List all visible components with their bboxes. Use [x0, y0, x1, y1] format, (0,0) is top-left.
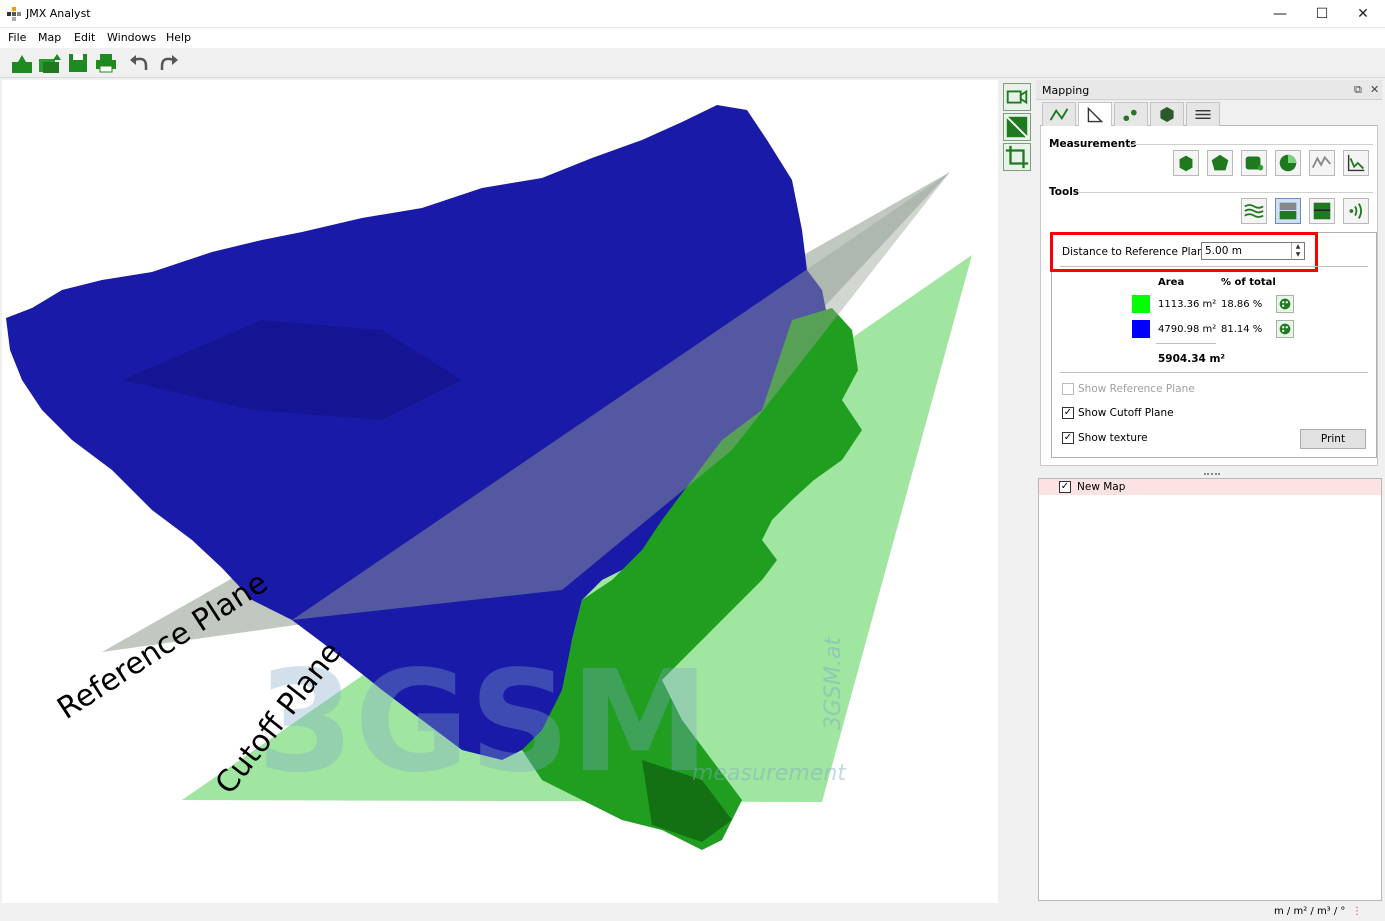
section-divider [1079, 192, 1373, 193]
layer-row[interactable]: ✓ New Map [1039, 479, 1381, 495]
map-layers-panel: ✓ New Map [1038, 478, 1382, 901]
menu-file[interactable]: File [8, 31, 26, 44]
mapping-header: Mapping ⧉ ✕ [1036, 80, 1382, 100]
mapping-panel: Mapping ⧉ ✕ Measurements Tools Distance … [1036, 80, 1382, 472]
undo-icon[interactable] [128, 52, 152, 74]
menu-bar: File Map Edit Windows Help [0, 28, 1385, 48]
open-icon[interactable] [10, 52, 34, 74]
save-icon[interactable] [66, 52, 90, 74]
above-percent-value: 81.14 % [1221, 324, 1263, 335]
signal-icon[interactable] [1343, 198, 1369, 224]
close-panel-icon[interactable]: ✕ [1370, 83, 1379, 96]
watermark-sub: measurement [692, 761, 847, 786]
below-area-value: 1113.36 m² [1158, 299, 1217, 310]
polygon-area-icon[interactable] [1207, 150, 1233, 176]
view-tools [1000, 80, 1034, 180]
tab-measure[interactable] [1078, 102, 1112, 127]
window-title: JMX Analyst [26, 7, 91, 20]
mapping-panel-body: Measurements Tools Distance to Reference… [1040, 126, 1378, 466]
area-column-header: Area [1158, 277, 1185, 288]
tab-settings[interactable] [1186, 102, 1220, 126]
close-button[interactable]: ✕ [1343, 4, 1383, 24]
resize-grip-icon: ⋮ [1352, 906, 1362, 917]
3d-viewport[interactable]: 3GSM 3GSM.at measurement Reference Plane… [2, 80, 998, 908]
divider [1060, 266, 1368, 267]
menu-windows[interactable]: Windows [107, 31, 156, 44]
3d-scene: 3GSM 3GSM.at measurement Reference Plane… [6, 105, 972, 850]
measurements-heading: Measurements [1049, 138, 1137, 150]
total-area-value: 5904.34 m² [1158, 353, 1226, 365]
layer-visibility-checkbox[interactable]: ✓ [1059, 481, 1071, 493]
percent-column-header: % of total [1221, 277, 1276, 288]
surface-area-icon[interactable] [1241, 150, 1267, 176]
mapping-tabs [1040, 102, 1378, 127]
divider [1060, 372, 1368, 373]
contour-lines-icon[interactable] [1241, 198, 1267, 224]
mapping-title: Mapping [1042, 84, 1090, 97]
watermark-side: 3GSM.at [821, 636, 846, 730]
show-texture-label: Show texture [1078, 432, 1148, 444]
pie-region-icon[interactable] [1275, 150, 1301, 176]
graph-icon[interactable] [1343, 150, 1369, 176]
above-area-value: 4790.98 m² [1158, 324, 1217, 335]
print-icon[interactable] [94, 52, 118, 74]
redo-icon[interactable] [156, 52, 180, 74]
show-reference-plane-label: Show Reference Plane [1078, 383, 1195, 395]
panel-splitter[interactable] [1204, 473, 1220, 477]
menu-edit[interactable]: Edit [74, 31, 95, 44]
tab-shape[interactable] [1150, 102, 1184, 126]
profile-icon[interactable] [1309, 150, 1335, 176]
tab-points[interactable] [1114, 102, 1148, 126]
cutoff-plane-tool-icon[interactable] [1275, 198, 1301, 224]
camera-icon[interactable] [1003, 83, 1031, 111]
tab-trajectory[interactable] [1042, 102, 1076, 126]
sum-divider [1156, 343, 1216, 344]
cutoff-results-box: Distance to Reference Plane: ▲▼ Area % o… [1050, 232, 1377, 458]
status-bar: m / m² / m³ / ° ⋮ [0, 903, 1385, 921]
section-divider [1129, 144, 1373, 145]
main-toolbar [0, 48, 1385, 78]
layer-name: New Map [1077, 481, 1126, 493]
title-bar: JMX Analyst — ☐ ✕ [0, 0, 1385, 28]
minimize-button[interactable]: — [1260, 4, 1300, 24]
show-cutoff-plane-checkbox[interactable]: ✓ [1062, 407, 1074, 419]
crop-icon[interactable] [1003, 143, 1031, 171]
below-color-swatch [1132, 295, 1150, 313]
tools-heading: Tools [1049, 186, 1080, 198]
maximize-button[interactable]: ☐ [1302, 4, 1342, 24]
below-percent-value: 18.86 % [1221, 299, 1263, 310]
palette-icon[interactable] [1276, 295, 1294, 313]
app-logo-icon [7, 7, 21, 21]
menu-map[interactable]: Map [38, 31, 61, 44]
print-button[interactable]: Print [1300, 429, 1366, 449]
reference-plane-label: Reference Plane [51, 565, 274, 727]
unit-readout[interactable]: m / m² / m³ / ° [1274, 906, 1345, 917]
float-icon[interactable]: ⧉ [1354, 83, 1362, 97]
slice-plane-icon[interactable] [1309, 198, 1335, 224]
above-color-swatch [1132, 320, 1150, 338]
section-view-icon[interactable] [1003, 113, 1031, 141]
open-multiple-icon[interactable] [38, 52, 62, 74]
show-texture-checkbox[interactable]: ✓ [1062, 432, 1074, 444]
palette-icon[interactable] [1276, 320, 1294, 338]
menu-help[interactable]: Help [166, 31, 191, 44]
volume-cube-icon[interactable] [1173, 150, 1199, 176]
show-reference-plane-checkbox[interactable] [1062, 383, 1074, 395]
show-cutoff-plane-label: Show Cutoff Plane [1078, 407, 1174, 419]
